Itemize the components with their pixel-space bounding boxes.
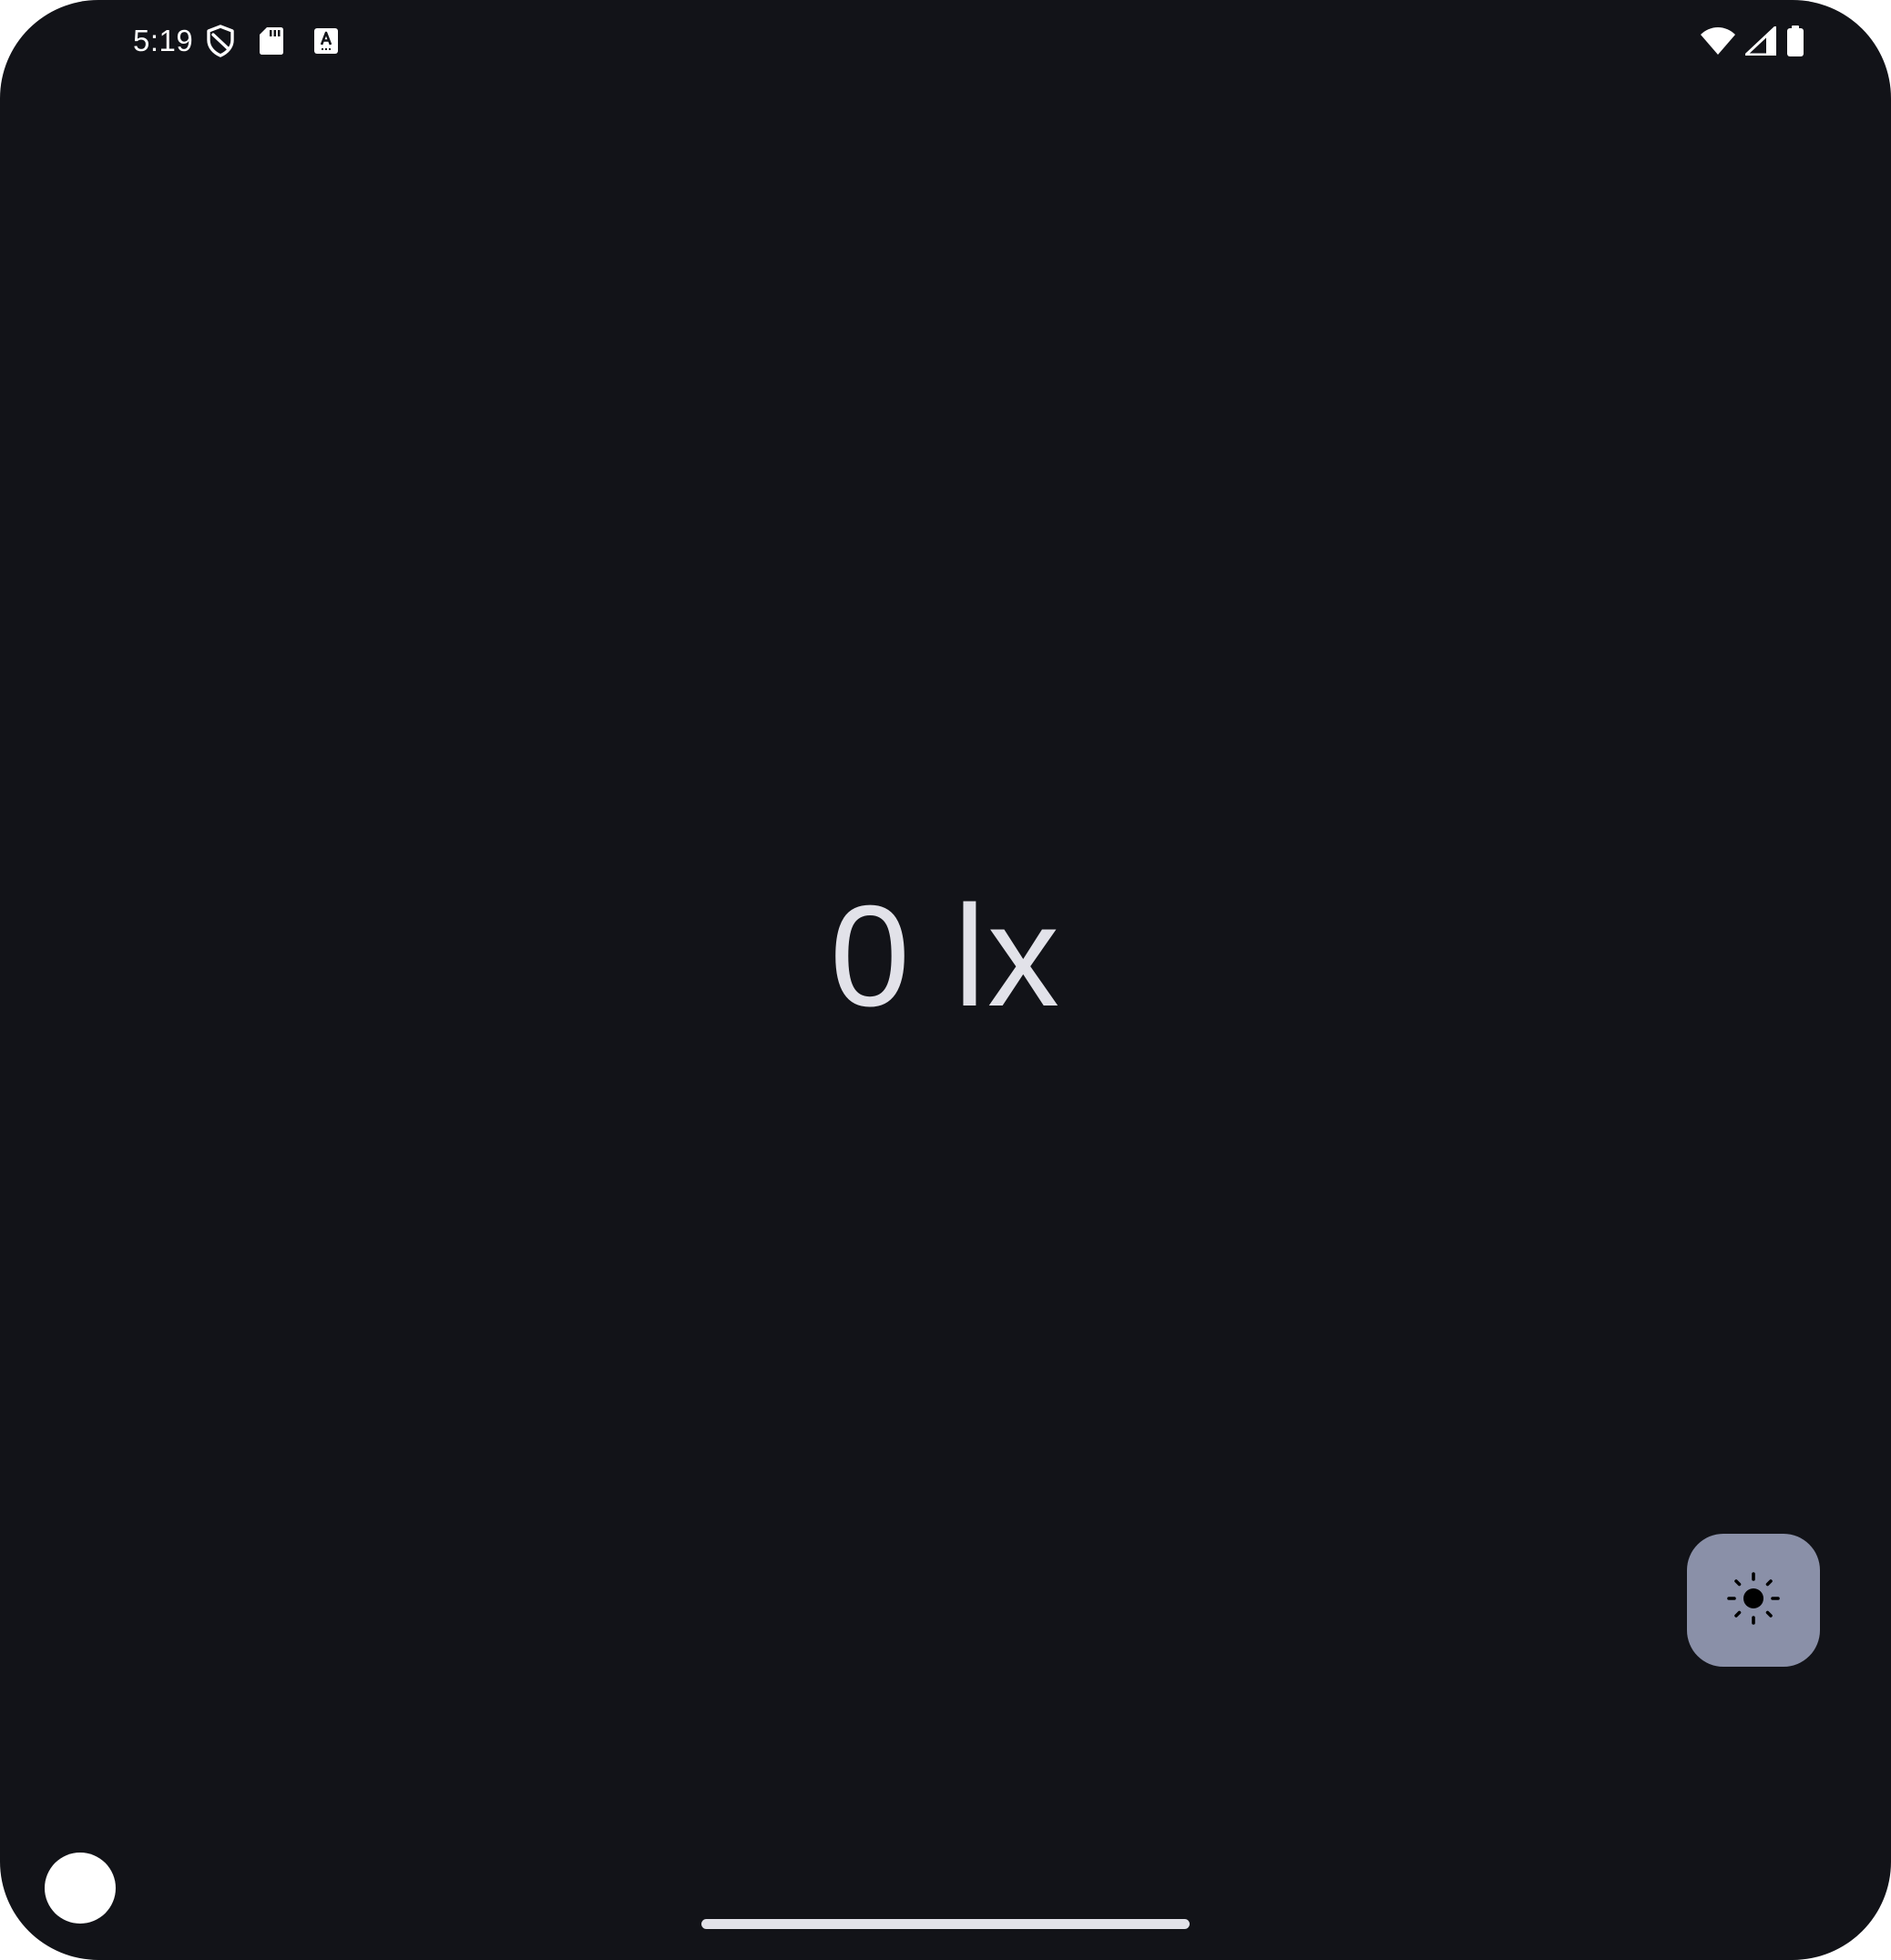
shield-icon [206, 25, 235, 57]
wifi-icon [1700, 26, 1736, 56]
app-screen: 5:19 0 lx [0, 0, 1891, 1960]
status-bar-right [1700, 22, 1805, 60]
lux-reading: 0 lx [830, 876, 1061, 1036]
brightness-fab-button[interactable] [1687, 1534, 1820, 1667]
keyboard-a-icon [313, 27, 339, 55]
gesture-navigation-handle[interactable] [701, 1919, 1190, 1929]
sd-card-icon [259, 26, 284, 56]
cellular-signal-icon [1745, 26, 1776, 56]
status-bar: 5:19 [0, 0, 1891, 82]
status-bar-left: 5:19 [133, 20, 339, 62]
battery-icon [1785, 25, 1805, 57]
floating-overlay-button[interactable] [45, 1853, 116, 1924]
status-time: 5:19 [133, 24, 194, 57]
brightness-icon [1727, 1571, 1780, 1629]
